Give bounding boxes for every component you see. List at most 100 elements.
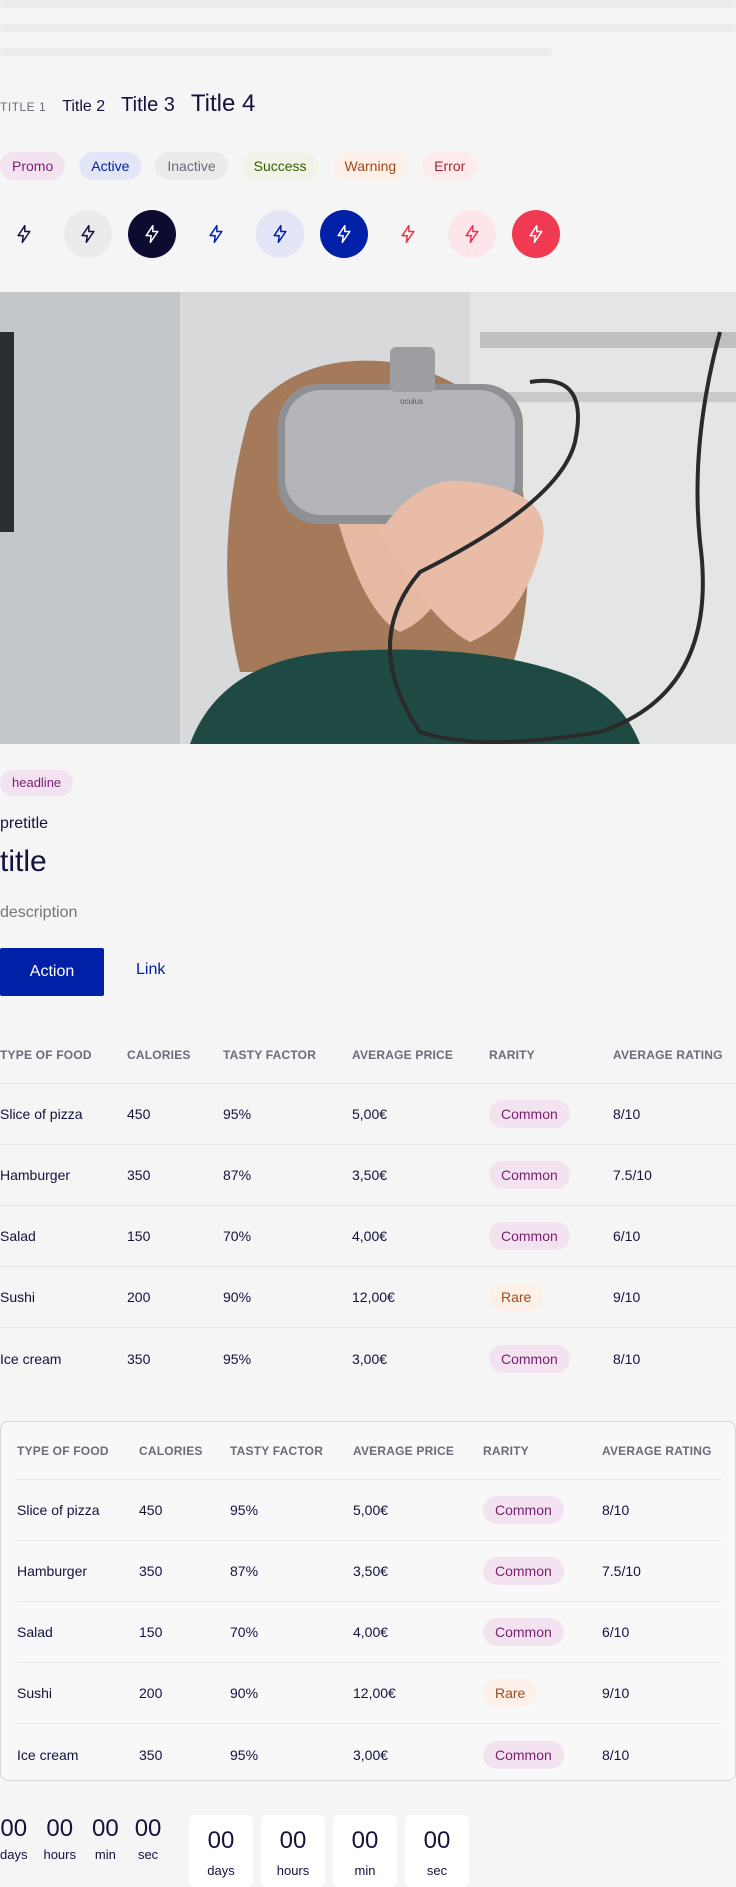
column-header[interactable]: AVERAGE RATING — [602, 1444, 721, 1458]
table-cell: 350 — [139, 1563, 163, 1579]
rarity-badge: Common — [483, 1618, 564, 1646]
table-row: Sushi 200 90% 12,00€ Rare 9/10 — [17, 1663, 721, 1724]
countdown-days: 00 days — [0, 1815, 27, 1862]
column-header[interactable]: AVERAGE PRICE — [353, 1444, 483, 1458]
countdown-hours: 00 hours — [43, 1815, 76, 1862]
food-table: TYPE OF FOOD CALORIES TASTY FACTOR AVERAGE … — [0, 1026, 736, 1389]
icon-button-9[interactable] — [512, 210, 560, 258]
rarity-cell: Rare — [483, 1679, 602, 1707]
status-chips: Promo Active Inactive Success Warning Error — [0, 152, 478, 180]
table-cell: Salad — [0, 1228, 36, 1244]
rarity-cell: Common — [483, 1496, 602, 1524]
table-cell: 450 — [139, 1502, 163, 1518]
table-cell: Ice cream — [0, 1350, 62, 1367]
icon-button-3[interactable] — [128, 210, 176, 258]
lightning-icon — [81, 224, 95, 244]
countdown-box-days: 00 days — [189, 1815, 253, 1887]
table-cell: Slice of pizza — [17, 1502, 100, 1518]
food-table-boxed-inner: TYPE OF FOOD CALORIES TASTY FACTOR AVERAGE … — [17, 1422, 721, 1785]
title-3: Title 3 — [121, 94, 175, 116]
table-cell: 95% — [230, 1502, 259, 1518]
lightning-icon — [529, 224, 543, 244]
table-cell: Ice cream — [17, 1746, 79, 1763]
rarity-badge: Common — [489, 1222, 570, 1250]
table-cell: 7.5/10 — [613, 1167, 652, 1183]
card-pretitle: pretitle — [0, 815, 49, 832]
column-header[interactable]: RARITY — [489, 1048, 613, 1062]
column-header[interactable]: CALORIES — [127, 1048, 223, 1062]
countdown-boxed: 00 days 00 hours 00 min 00 sec — [189, 1815, 469, 1887]
table-row: Hamburger 350 87% 3,50€ Common 7.5/10 — [0, 1145, 736, 1206]
status-chip-inactive: Inactive — [155, 152, 228, 180]
table-header: TYPE OF FOOD CALORIES TASTY FACTOR AVERAGE … — [0, 1026, 736, 1084]
table-cell: 450 — [127, 1106, 151, 1122]
rarity-cell: Common — [489, 1100, 613, 1128]
status-chip-promo: Promo — [0, 152, 66, 180]
table-header: TYPE OF FOOD CALORIES TASTY FACTOR AVERAGE … — [17, 1422, 721, 1480]
table-cell: 3,00€ — [352, 1350, 388, 1367]
countdown-unit: sec — [137, 1847, 159, 1862]
table-row: Ice cream 350 95% 3,00€ Common 8/10 — [17, 1724, 721, 1785]
rarity-cell: Common — [489, 1222, 613, 1250]
column-header[interactable]: AVERAGE RATING — [613, 1048, 736, 1062]
rarity-cell: Common — [483, 1557, 602, 1585]
table-cell: Sushi — [0, 1289, 36, 1305]
countdown-value: 00 — [92, 1815, 119, 1842]
table-cell: 9/10 — [602, 1685, 630, 1701]
column-header[interactable]: TASTY FACTOR — [230, 1444, 353, 1458]
countdown-value: 00 — [279, 1827, 307, 1854]
table-cell: 200 — [127, 1289, 151, 1305]
icon-button-6[interactable] — [320, 210, 368, 258]
table-cell: 70% — [230, 1624, 259, 1640]
countdown-box-sec: 00 sec — [405, 1815, 469, 1887]
lightning-icon — [209, 224, 223, 244]
hero-image: oculus — [0, 292, 736, 744]
icon-button-2[interactable] — [64, 210, 112, 258]
countdown-value: 00 — [46, 1815, 74, 1842]
countdown-unit: days — [0, 1847, 28, 1862]
rarity-badge: Common — [489, 1100, 570, 1128]
table-row: Hamburger 350 87% 3,50€ Common 7.5/10 — [17, 1541, 721, 1602]
link-button[interactable]: Link — [136, 961, 165, 979]
countdown-box-hours: 00 hours — [261, 1815, 325, 1887]
rarity-badge: Common — [489, 1161, 570, 1189]
table-cell: 3,00€ — [353, 1746, 389, 1763]
table-cell: 4,00€ — [353, 1624, 389, 1640]
icon-button-8[interactable] — [448, 210, 496, 258]
title-1: TITLE 1 — [0, 100, 47, 114]
headline-badge: headline — [0, 770, 74, 796]
table-cell: 150 — [127, 1228, 151, 1244]
title-samples: TITLE 1 Title 2 Title 3 Title 4 — [0, 90, 255, 118]
skeleton-line-2 — [0, 24, 736, 32]
skeleton-line-1 — [0, 0, 736, 8]
action-button[interactable]: Action — [0, 948, 104, 996]
rarity-badge: Common — [483, 1740, 564, 1769]
column-header[interactable]: AVERAGE PRICE — [352, 1048, 489, 1062]
table-cell: 95% — [223, 1350, 252, 1367]
column-header[interactable]: TASTY FACTOR — [223, 1048, 352, 1062]
table-cell: 87% — [230, 1563, 259, 1579]
column-header[interactable]: RARITY — [483, 1444, 602, 1458]
icon-button-5[interactable] — [256, 210, 304, 258]
icon-button-4[interactable] — [192, 210, 240, 258]
table-cell: 70% — [223, 1228, 252, 1244]
table-cell: 5,00€ — [353, 1502, 389, 1518]
table-cell: Salad — [17, 1624, 53, 1640]
countdown-value: 00 — [0, 1815, 28, 1842]
svg-text:oculus: oculus — [400, 397, 423, 406]
countdown-min: 00 min — [92, 1815, 119, 1862]
card-description: description — [0, 904, 78, 921]
column-header[interactable]: TYPE OF FOOD — [0, 1048, 127, 1062]
icon-buttons — [0, 210, 560, 258]
status-chip-error: Error — [422, 152, 478, 180]
table-cell: 8/10 — [602, 1746, 630, 1763]
icon-button-1[interactable] — [0, 210, 48, 258]
rarity-cell: Common — [489, 1161, 613, 1189]
table-cell: Sushi — [17, 1685, 53, 1701]
column-header[interactable]: TYPE OF FOOD — [17, 1444, 139, 1458]
table-cell: 3,50€ — [352, 1167, 388, 1183]
column-header[interactable]: CALORIES — [139, 1444, 230, 1458]
table-row: Slice of pizza 450 95% 5,00€ Common 8/10 — [0, 1084, 736, 1145]
icon-button-7[interactable] — [384, 210, 432, 258]
rarity-badge: Rare — [483, 1679, 538, 1707]
